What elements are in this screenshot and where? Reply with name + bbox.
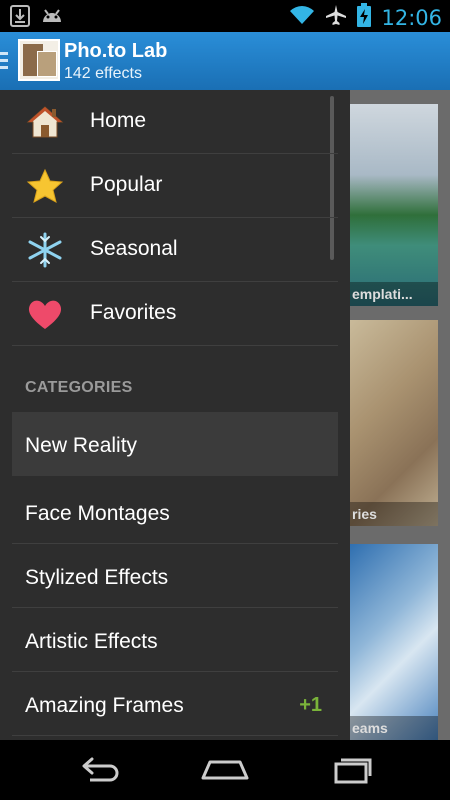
recent-apps-icon[interactable] (320, 750, 380, 790)
heart-icon (26, 296, 64, 332)
back-icon[interactable] (70, 750, 130, 790)
nav-item-label: Popular (90, 173, 163, 196)
effect-caption: emplati... (350, 282, 438, 306)
airplane-icon (325, 4, 347, 31)
home-icon[interactable] (195, 750, 255, 790)
effect-caption: ries (350, 502, 438, 526)
app-title: Pho.to Lab (64, 40, 168, 62)
action-bar[interactable]: Pho.to Lab 142 effects (0, 32, 450, 90)
effects-grid: emplati... ries eams (350, 90, 450, 740)
effect-caption: eams (350, 716, 438, 740)
navigation-drawer: Home Popular Seasonal Favorites CATEGORI… (0, 90, 350, 740)
home-icon (26, 104, 64, 140)
effect-thumbnail (350, 544, 438, 740)
new-count-badge: +1 (299, 694, 322, 716)
status-bar: 12:06 (0, 0, 450, 32)
category-amazing-frames[interactable]: Amazing Frames +1 (12, 672, 338, 736)
category-label: Artistic Effects (25, 630, 158, 653)
categories-header: CATEGORIES (25, 379, 133, 396)
nav-item-favorites[interactable]: Favorites (12, 282, 338, 346)
effect-card[interactable]: ries (350, 320, 438, 526)
drawer-toggle-icon[interactable] (0, 52, 8, 73)
system-nav-bar (0, 740, 450, 800)
app-logo[interactable] (18, 39, 60, 81)
category-label: Stylized Effects (25, 566, 169, 589)
category-label: Face Montages (25, 502, 170, 525)
nav-item-label: Favorites (90, 301, 177, 324)
clock: 12:06 (381, 5, 442, 30)
category-new-reality[interactable]: New Reality (12, 412, 338, 476)
battery-charging-icon (357, 3, 372, 32)
effect-card[interactable]: eams (350, 544, 438, 740)
effect-card[interactable]: emplati... (350, 104, 438, 306)
nav-item-popular[interactable]: Popular (12, 154, 338, 218)
nav-item-home[interactable]: Home (12, 90, 338, 154)
star-icon (26, 168, 64, 204)
nav-item-label: Home (90, 109, 147, 132)
effect-thumbnail (350, 320, 438, 526)
android-icon (40, 6, 64, 31)
category-stylized-effects[interactable]: Stylized Effects (12, 544, 338, 608)
download-icon (10, 5, 30, 32)
category-artistic-effects[interactable]: Artistic Effects (12, 608, 338, 672)
category-face-montages[interactable]: Face Montages (12, 480, 338, 544)
category-label: Amazing Frames (25, 694, 184, 717)
effect-thumbnail (350, 104, 438, 306)
nav-item-seasonal[interactable]: Seasonal (12, 218, 338, 282)
category-label: New Reality (25, 434, 138, 457)
nav-item-label: Seasonal (90, 237, 178, 260)
wifi-icon (289, 5, 315, 30)
snowflake-icon (26, 232, 64, 268)
effects-count: 142 effects (64, 65, 142, 82)
